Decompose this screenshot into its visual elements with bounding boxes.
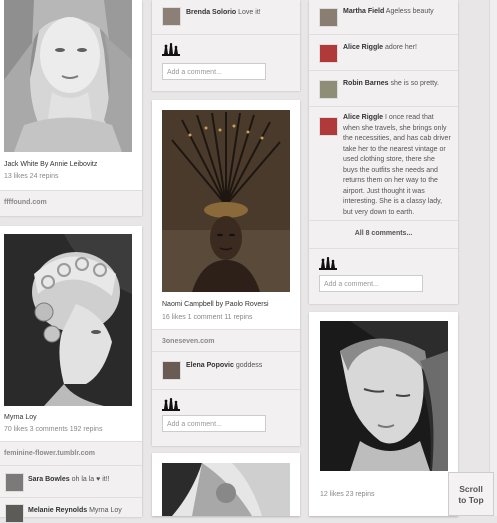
user-avatar[interactable] <box>319 44 338 63</box>
comment-text: Alice Riggle adore her! <box>343 42 417 54</box>
comment-author[interactable]: Elena Popovic <box>186 362 234 369</box>
comment-body: oh la la ♥ it!! <box>71 476 110 483</box>
comment-body: I once read that when she travels, she b… <box>343 114 451 216</box>
pin-image-woman[interactable] <box>320 321 448 471</box>
all-comments-row: All 8 comments... <box>309 220 458 249</box>
comment-body: adore her! <box>385 44 417 51</box>
pin-card-partial[interactable] <box>152 453 300 516</box>
user-avatar[interactable] <box>162 7 181 26</box>
pin-card-naomi-campbell[interactable]: Naomi Campbell by Paolo Roversi 16 likes… <box>152 100 300 446</box>
pin-source-bar: ffffound.com <box>0 190 142 216</box>
comment-row: Elena Popovic goddess <box>152 351 300 390</box>
comment-author[interactable]: Alice Riggle <box>343 44 383 51</box>
pin-stats: 12 likes 23 repins <box>320 491 375 498</box>
comment-author[interactable]: Sara Bowles <box>28 476 70 483</box>
pin-image-jack-white[interactable] <box>4 0 132 152</box>
all-comments-link[interactable]: All 8 comments... <box>309 230 458 237</box>
comment-text: Elena Popovic goddess <box>186 360 262 372</box>
pin-source-link[interactable]: feminine-flower.tumblr.com <box>4 450 95 457</box>
add-comment-input[interactable]: Add a comment... <box>162 63 266 80</box>
user-avatar[interactable] <box>319 117 338 136</box>
page-scrollbar-track[interactable] <box>489 0 497 516</box>
pin-stats: 13 likes 24 repins <box>4 173 59 180</box>
pin-image-partial[interactable] <box>162 463 290 516</box>
user-avatar[interactable] <box>319 80 338 99</box>
comment-body: Myrna Loy <box>89 507 122 514</box>
pin-source-bar: 3oneseven.com <box>152 329 300 352</box>
pin-caption: Naomi Campbell by Paolo Roversi <box>162 301 269 308</box>
comment-row: Alice Riggle I once read that when she t… <box>309 106 458 221</box>
pin-caption: Jack White By Annie Leibovitz <box>4 161 98 168</box>
people-icon <box>162 398 180 411</box>
comment-text: Sara Bowles oh la la ♥ it!! <box>28 474 110 486</box>
user-avatar[interactable] <box>5 504 24 523</box>
comment-text: Robin Barnes she is so pretty. <box>343 78 439 90</box>
user-avatar[interactable] <box>162 361 181 380</box>
pin-card-jack-white[interactable]: Jack White By Annie Leibovitz 13 likes 2… <box>0 0 142 216</box>
comment-row: Melanie Reynolds Myrna Loy <box>0 497 142 523</box>
user-avatar[interactable] <box>319 8 338 27</box>
comment-text: Brenda Solorio Love it! <box>186 7 261 19</box>
comment-body: Love it! <box>238 9 261 16</box>
comment-text: Alice Riggle I once read that when she t… <box>343 113 451 218</box>
pin-source-bar: feminine-flower.tumblr.com <box>0 441 142 466</box>
pin-source-link[interactable]: ffffound.com <box>4 199 47 206</box>
comment-row: Brenda Solorio Love it! <box>152 0 300 34</box>
scroll-to-top-button[interactable]: Scroll to Top <box>448 472 494 516</box>
pin-card-continued: Brenda Solorio Love it! Add a comment... <box>152 0 300 91</box>
pin-card-myrna-loy[interactable]: Myrna Loy 70 likes 3 comments 192 repins… <box>0 226 142 523</box>
comment-text: Martha Field Ageless beauty <box>343 6 434 18</box>
pin-card-comments-continued: Martha Field Ageless beauty Alice Riggle… <box>309 0 458 304</box>
comment-body: Ageless beauty <box>385 8 434 15</box>
scroll-to-top-label: Scroll <box>459 484 483 494</box>
pin-stats: 16 likes 1 comment 11 repins <box>162 314 253 321</box>
comment-author[interactable]: Melanie Reynolds <box>28 507 87 514</box>
comment-row: Robin Barnes she is so pretty. <box>309 70 458 107</box>
comment-author[interactable]: Alice Riggle <box>343 114 383 121</box>
add-comment-row: Add a comment... <box>152 389 300 446</box>
add-comment-row: Add a comment... <box>309 248 458 304</box>
add-comment-input[interactable]: Add a comment... <box>319 275 423 292</box>
add-comment-input[interactable]: Add a comment... <box>162 415 266 432</box>
comment-author[interactable]: Martha Field <box>343 8 384 15</box>
pin-image-myrna-loy[interactable] <box>4 234 132 406</box>
people-icon <box>319 257 337 270</box>
comment-author[interactable]: Robin Barnes <box>343 80 389 87</box>
comment-author[interactable]: Brenda Solorio <box>186 9 236 16</box>
comment-body: goddess <box>235 362 263 369</box>
user-avatar[interactable] <box>5 473 24 492</box>
pin-stats: 70 likes 3 comments 192 repins <box>4 426 103 433</box>
add-comment-row: Add a comment... <box>152 34 300 91</box>
scroll-to-top-label: to Top <box>458 495 484 505</box>
pin-caption: Myrna Loy <box>4 414 37 421</box>
people-icon <box>162 43 180 56</box>
pin-image-naomi-campbell[interactable] <box>162 110 290 292</box>
comment-row: Martha Field Ageless beauty <box>309 0 458 34</box>
comment-text: Melanie Reynolds Myrna Loy <box>28 505 122 517</box>
comment-row: Alice Riggle adore her! <box>309 34 458 71</box>
comment-body: she is so pretty. <box>390 80 439 87</box>
pin-card-woman-looking-down[interactable]: 12 likes 23 repins <box>309 312 458 516</box>
comment-row: Sara Bowles oh la la ♥ it!! <box>0 465 142 498</box>
pin-source-link[interactable]: 3oneseven.com <box>162 338 215 345</box>
